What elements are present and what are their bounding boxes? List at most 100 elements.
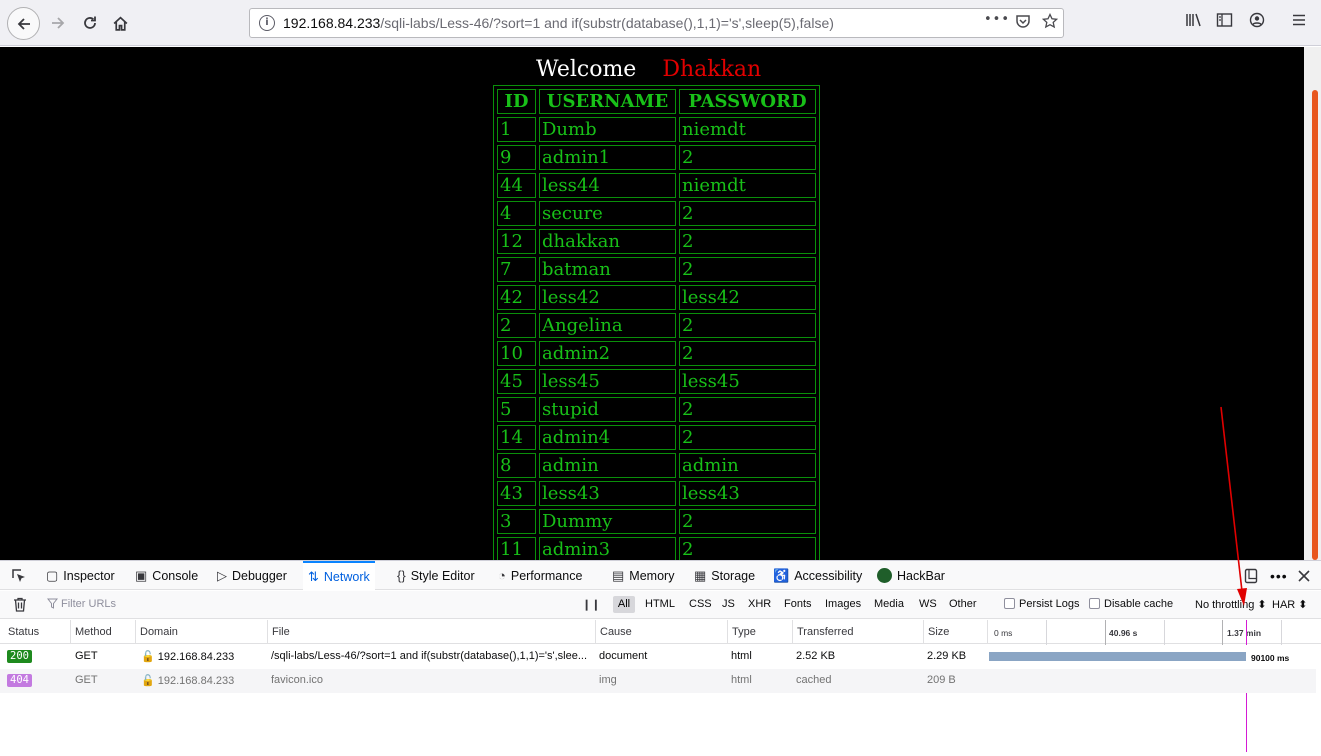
filter-type-xhr[interactable]: XHR <box>748 598 771 610</box>
sidebar-icon[interactable] <box>1216 12 1233 32</box>
filter-type-css[interactable]: CSS <box>689 598 712 610</box>
filter-type-fonts[interactable]: Fonts <box>784 598 812 610</box>
cell-id: 10 <box>497 341 536 366</box>
tab-style-editor[interactable]: {} Style Editor <box>397 561 475 590</box>
table-row: 7 batman 2 <box>497 257 816 282</box>
menu-icon[interactable] <box>1291 12 1307 32</box>
domain-text: 192.168.84.233 <box>157 651 235 663</box>
insecure-lock-icon: 🔓 <box>141 675 155 687</box>
tab-label: Accessibility <box>794 568 863 583</box>
request-row[interactable]: 404 GET 🔓 192.168.84.233 favicon.ico img… <box>0 669 1316 693</box>
domain-cell: 🔓 192.168.84.233 <box>141 650 234 663</box>
filter-urls-input[interactable]: Filter URLs <box>61 598 116 610</box>
cell-id: 44 <box>497 173 536 198</box>
cell-password: niemdt <box>679 117 816 142</box>
cell-username: Dummy <box>539 509 676 534</box>
braces-icon: {} <box>397 568 406 583</box>
column-cause[interactable]: Cause <box>600 626 632 638</box>
network-icon: ⇅ <box>308 568 319 584</box>
filter-type-images[interactable]: Images <box>825 598 861 610</box>
page-viewport: Welcome Dhakkan ID USERNAME PASSWORD 1 Dum… <box>0 47 1304 560</box>
reload-icon <box>84 16 96 29</box>
cause-cell: document <box>599 650 648 662</box>
library-icon[interactable] <box>1185 12 1202 32</box>
cell-username: dhakkan <box>539 229 676 254</box>
filter-type-ws[interactable]: WS <box>919 598 937 610</box>
back-button[interactable] <box>7 7 40 40</box>
column-size[interactable]: Size <box>928 626 949 638</box>
welcome-label: Welcome <box>536 57 637 82</box>
filter-type-js[interactable]: JS <box>722 598 735 610</box>
element-picker-button[interactable] <box>11 561 27 590</box>
home-button[interactable] <box>108 11 132 35</box>
pocket-icon[interactable] <box>1015 13 1031 33</box>
column-type[interactable]: Type <box>732 626 756 638</box>
tab-memory[interactable]: ▤ Memory <box>612 561 674 590</box>
page-actions-icon[interactable]: ••• <box>984 12 1010 27</box>
method-cell: GET <box>75 650 98 662</box>
more-options-icon[interactable]: ••• <box>1270 561 1288 590</box>
hackbar-icon <box>877 568 892 583</box>
tab-console[interactable]: ▣ Console <box>135 561 198 590</box>
filter-type-html[interactable]: HTML <box>645 598 675 610</box>
request-row[interactable]: 200 GET 🔓 192.168.84.233 /sqli-labs/Less… <box>0 645 1316 669</box>
table-header-row: ID USERNAME PASSWORD <box>497 89 816 114</box>
column-method[interactable]: Method <box>75 626 112 638</box>
users-table: ID USERNAME PASSWORD 1 Dumb niemdt 9 admin1… <box>493 85 820 560</box>
cell-id: 4 <box>497 201 536 226</box>
filter-type-media[interactable]: Media <box>874 598 904 610</box>
clear-requests-button[interactable] <box>13 597 27 615</box>
tab-storage[interactable]: ▦ Storage <box>694 561 755 590</box>
tab-network[interactable]: ⇅ Network <box>303 561 375 590</box>
cell-password: 2 <box>679 229 816 254</box>
account-icon[interactable] <box>1249 12 1265 32</box>
chevron-updown-icon: ⬍ <box>1298 599 1308 611</box>
page-scrollbar-thumb[interactable] <box>1312 90 1318 560</box>
table-row: 43 less43 less43 <box>497 481 816 506</box>
tab-label: HackBar <box>897 568 945 583</box>
forward-button[interactable] <box>46 11 70 35</box>
cell-password: niemdt <box>679 173 816 198</box>
site-info-icon[interactable]: i <box>259 15 275 31</box>
bookmark-star-icon[interactable] <box>1041 12 1059 33</box>
cell-id: 2 <box>497 313 536 338</box>
filter-type-all[interactable]: All <box>613 596 635 613</box>
column-file[interactable]: File <box>272 626 290 638</box>
cell-username: admin2 <box>539 341 676 366</box>
welcome-heading: Welcome Dhakkan <box>536 57 761 82</box>
column-transferred[interactable]: Transferred <box>797 626 853 638</box>
timeline-tick-2: 1.37 min <box>1227 628 1262 638</box>
cell-password: 2 <box>679 341 816 366</box>
address-bar[interactable]: i 192.168.84.233/sqli-labs/Less-46/?sort… <box>249 8 1064 38</box>
cell-username: admin3 <box>539 537 676 560</box>
disable-cache-checkbox[interactable]: Disable cache <box>1089 598 1173 610</box>
persist-logs-checkbox[interactable]: Persist Logs <box>1004 598 1080 610</box>
cell-id: 1 <box>497 117 536 142</box>
column-status[interactable]: Status <box>8 626 39 638</box>
cell-id: 42 <box>497 285 536 310</box>
console-icon: ▣ <box>135 567 148 583</box>
table-row: 45 less45 less45 <box>497 369 816 394</box>
tab-hackbar[interactable]: HackBar <box>877 561 945 590</box>
column-domain[interactable]: Domain <box>140 626 178 638</box>
picker-icon <box>12 568 25 582</box>
har-menu[interactable]: HAR ⬍ <box>1272 598 1308 611</box>
tab-inspector[interactable]: ▢ Inspector <box>46 561 115 590</box>
tab-performance[interactable]: ◔ Performance <box>498 561 582 590</box>
waterfall-bar <box>989 652 1246 661</box>
close-devtools-button[interactable] <box>1297 561 1311 590</box>
cell-id: 14 <box>497 425 536 450</box>
url-text[interactable]: 192.168.84.233/sqli-labs/Less-46/?sort=1… <box>283 15 834 31</box>
table-row: 2 Angelina 2 <box>497 313 816 338</box>
tab-debugger[interactable]: ▷ Debugger <box>217 561 287 590</box>
accessibility-icon: ♿ <box>773 567 790 583</box>
tab-accessibility[interactable]: ♿ Accessibility <box>773 561 862 590</box>
reload-button[interactable] <box>78 11 102 35</box>
cell-password: less45 <box>679 369 816 394</box>
cell-username: less42 <box>539 285 676 310</box>
table-row: 12 dhakkan 2 <box>497 229 816 254</box>
pause-icon[interactable]: ❙❙ <box>582 598 600 611</box>
cause-cell: img <box>599 674 617 686</box>
insecure-lock-icon: 🔓 <box>141 651 155 663</box>
filter-type-other[interactable]: Other <box>949 598 977 610</box>
